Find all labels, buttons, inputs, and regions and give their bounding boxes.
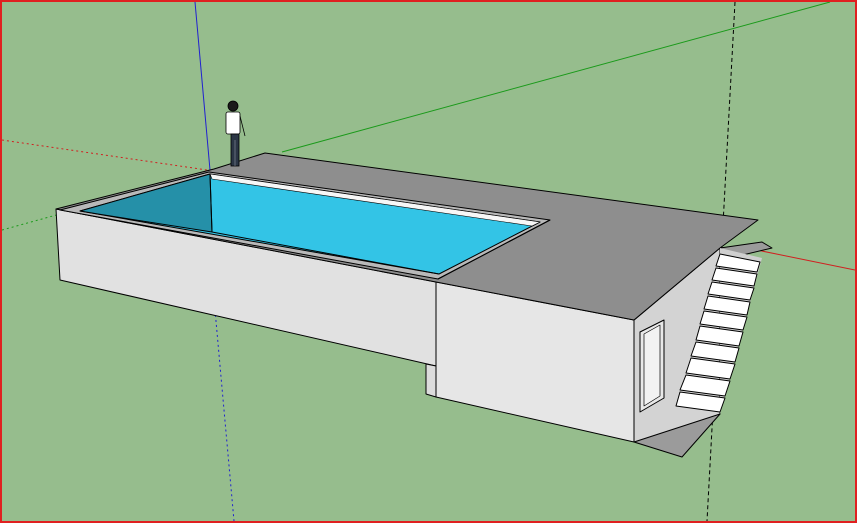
- pool-model[interactable]: [55, 152, 773, 458]
- sketchup-viewport[interactable]: [0, 0, 857, 523]
- person-figure-icon[interactable]: [225, 100, 246, 167]
- model-canvas[interactable]: [2, 2, 855, 521]
- blue-axis-dotted: [214, 309, 235, 521]
- green-axis-dotted: [2, 213, 61, 231]
- person-shirt: [225, 111, 241, 135]
- deck-block-base: [425, 363, 437, 398]
- blue-axis-solid: [194, 2, 211, 171]
- door-panel[interactable]: [643, 324, 661, 407]
- person-head: [227, 100, 239, 112]
- person-arm: [239, 115, 246, 137]
- red-axis-dotted: [2, 139, 208, 171]
- green-axis-solid: [281, 2, 831, 153]
